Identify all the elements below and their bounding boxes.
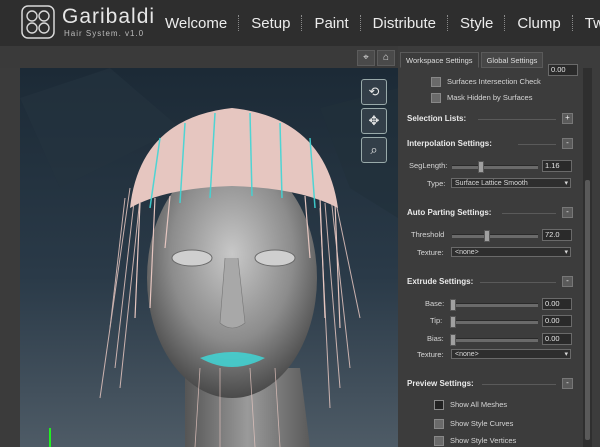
auto-parting-texture-value: <none> bbox=[455, 249, 479, 256]
app-subtitle: Hair System. v1.0 bbox=[64, 29, 145, 38]
nav-welcome[interactable]: Welcome bbox=[154, 15, 238, 32]
section-interpolation-title[interactable]: Interpolation Settings: bbox=[407, 139, 492, 148]
base-slider-track[interactable] bbox=[452, 303, 538, 307]
app-title: Garibaldi bbox=[62, 5, 156, 28]
threshold-slider-track[interactable] bbox=[452, 234, 538, 238]
crosshair-button[interactable]: ⌖ bbox=[357, 50, 375, 66]
tab-global-settings[interactable]: Global Settings bbox=[480, 52, 544, 68]
section-divider bbox=[518, 144, 556, 145]
checkbox-row[interactable]: Show Style Vertices bbox=[434, 436, 517, 447]
section-divider bbox=[480, 282, 556, 283]
surfaces-intersection-checkbox[interactable] bbox=[431, 77, 441, 88]
section-divider bbox=[478, 119, 556, 120]
checkbox-row[interactable]: Show Style Curves bbox=[434, 419, 514, 430]
auto-parting-toggle[interactable]: - bbox=[562, 207, 573, 218]
pan-tool-button[interactable]: ✥ bbox=[361, 108, 387, 134]
garibaldi-logo-icon bbox=[21, 5, 55, 39]
head-render bbox=[20, 68, 398, 447]
section-auto-parting-title[interactable]: Auto Parting Settings: bbox=[407, 208, 491, 217]
tip-label: Tip: bbox=[430, 316, 443, 325]
bias-label: Bias: bbox=[427, 334, 444, 343]
nav-setup[interactable]: Setup bbox=[240, 15, 301, 32]
show-all-meshes-checkbox[interactable] bbox=[434, 400, 444, 411]
3d-viewport[interactable] bbox=[20, 68, 398, 447]
interpolation-type-dropdown[interactable]: Surface Lattice Smooth ▾ bbox=[451, 178, 571, 188]
extrude-toggle[interactable]: - bbox=[562, 276, 573, 287]
threshold-label: Threshold bbox=[411, 230, 445, 239]
base-slider-knob[interactable] bbox=[450, 299, 456, 311]
zoom-icon: ⌕ bbox=[370, 142, 378, 157]
tip-field[interactable]: 0.00 bbox=[542, 315, 572, 327]
base-field[interactable]: 0.00 bbox=[542, 298, 572, 310]
checkbox-label: Surfaces Intersection Check bbox=[447, 77, 541, 86]
nav-tweak[interactable]: Tweak bbox=[574, 15, 600, 32]
pan-icon: ✥ bbox=[368, 113, 380, 128]
auto-parting-texture-label: Texture: bbox=[417, 248, 444, 257]
section-divider bbox=[482, 384, 556, 385]
tip-slider-track[interactable] bbox=[452, 320, 538, 324]
chevron-down-icon: ▾ bbox=[564, 180, 568, 187]
top-bar: Garibaldi Hair System. v1.0 Welcome Setu… bbox=[0, 0, 600, 46]
panel-scroll-thumb[interactable] bbox=[585, 180, 590, 440]
nav-distribute[interactable]: Distribute bbox=[362, 15, 447, 32]
base-label: Base: bbox=[425, 299, 445, 308]
chevron-down-icon: ▾ bbox=[564, 351, 568, 358]
section-preview-title[interactable]: Preview Settings: bbox=[407, 379, 474, 388]
auto-parting-texture-dropdown[interactable]: <none> ▾ bbox=[451, 247, 571, 257]
bias-slider-knob[interactable] bbox=[450, 334, 456, 346]
checkbox-row[interactable]: Surfaces Intersection Check bbox=[431, 77, 541, 88]
nav-style[interactable]: Style bbox=[449, 15, 504, 32]
panel-tabs: Workspace Settings Global Settings bbox=[400, 52, 545, 68]
extrude-texture-value: <none> bbox=[455, 351, 479, 358]
preview-toggle[interactable]: - bbox=[562, 378, 573, 389]
checkbox-row[interactable]: Show All Meshes bbox=[434, 400, 508, 411]
bias-field[interactable]: 0.00 bbox=[542, 333, 572, 345]
rotate-tool-button[interactable]: ⟲ bbox=[361, 79, 387, 105]
interpolation-toggle[interactable]: - bbox=[562, 138, 573, 149]
threshold-slider-knob[interactable] bbox=[484, 230, 491, 242]
show-style-curves-checkbox[interactable] bbox=[434, 419, 444, 430]
interpolation-type-value: Surface Lattice Smooth bbox=[455, 180, 528, 187]
checkbox-row[interactable]: Mask Hidden by Surfaces bbox=[431, 93, 533, 104]
nav-clump[interactable]: Clump bbox=[506, 15, 571, 32]
section-selection-lists-title[interactable]: Selection Lists: bbox=[407, 114, 466, 123]
crosshair-icon: ⌖ bbox=[363, 52, 369, 63]
interp-type-label: Type: bbox=[427, 179, 446, 188]
home-button[interactable]: ⌂ bbox=[377, 50, 395, 66]
viewport-nav-tools: ⟲ ✥ ⌕ bbox=[361, 79, 388, 163]
section-extrude-title[interactable]: Extrude Settings: bbox=[407, 277, 473, 286]
bias-slider-track[interactable] bbox=[452, 338, 538, 342]
zoom-tool-button[interactable]: ⌕ bbox=[361, 137, 387, 163]
show-style-vertices-checkbox[interactable] bbox=[434, 436, 444, 447]
tip-slider-knob[interactable] bbox=[450, 316, 456, 328]
viewport-toolbar bbox=[0, 46, 398, 68]
main-nav: Welcome Setup Paint Distribute Style Clu… bbox=[154, 0, 600, 46]
threshold-field[interactable]: 72.0 bbox=[542, 229, 572, 241]
tab-workspace-settings[interactable]: Workspace Settings bbox=[400, 52, 479, 68]
rotate-icon: ⟲ bbox=[368, 84, 380, 99]
checkbox-label: Mask Hidden by Surfaces bbox=[447, 93, 533, 102]
seglength-label: SegLength: bbox=[409, 161, 448, 170]
app-logo: Garibaldi Hair System. v1.0 bbox=[0, 0, 154, 46]
checkbox-label: Show All Meshes bbox=[450, 400, 508, 409]
seglength-field[interactable]: 1.16 bbox=[542, 160, 572, 172]
section-divider bbox=[502, 213, 556, 214]
extrude-texture-label: Texture: bbox=[417, 350, 444, 359]
mask-hidden-checkbox[interactable] bbox=[431, 93, 441, 104]
extrude-texture-dropdown[interactable]: <none> ▾ bbox=[451, 349, 571, 359]
nav-paint[interactable]: Paint bbox=[303, 15, 359, 32]
home-icon: ⌂ bbox=[382, 52, 390, 63]
seglength-slider-track[interactable] bbox=[452, 165, 538, 169]
seglength-slider-knob[interactable] bbox=[478, 161, 485, 173]
checkbox-label: Show Style Vertices bbox=[450, 436, 517, 445]
top-number-field[interactable]: 0.00 bbox=[548, 64, 578, 76]
selection-lists-toggle[interactable]: + bbox=[562, 113, 573, 124]
checkbox-label: Show Style Curves bbox=[450, 419, 514, 428]
chevron-down-icon: ▾ bbox=[564, 249, 568, 256]
